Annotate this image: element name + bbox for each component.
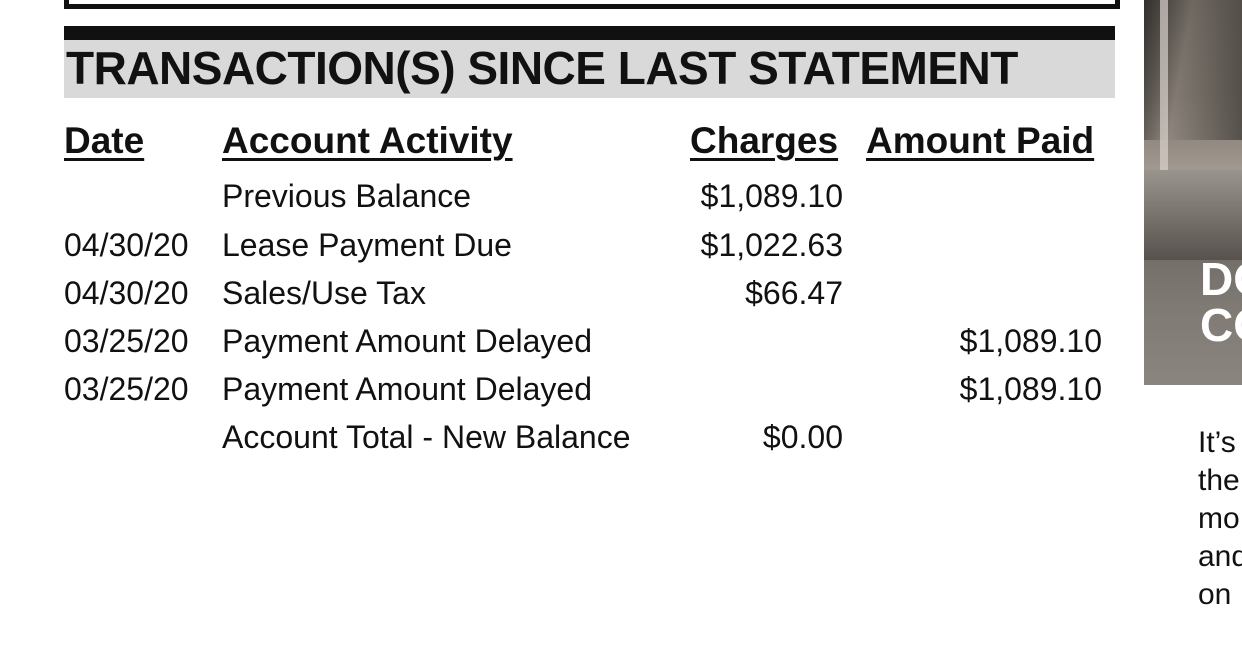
photo-overlay-line2: CO xyxy=(1200,299,1242,351)
photo-road xyxy=(1144,170,1242,260)
row-charges: $1,089.10 xyxy=(700,178,843,214)
row-activity: Previous Balance xyxy=(222,178,472,214)
photo-overlay-text: DO CO xyxy=(1200,256,1242,348)
row-date: 03/25/20 xyxy=(64,323,189,359)
photo-overlay-line1: DO xyxy=(1200,253,1242,305)
row-activity: Sales/Use Tax xyxy=(222,275,426,311)
top-box-border xyxy=(64,0,1120,9)
column-header-date: Date xyxy=(64,120,145,161)
row-paid: $1,089.10 xyxy=(959,371,1102,407)
row-paid: $1,089.10 xyxy=(959,323,1102,359)
row-date: 03/25/20 xyxy=(64,371,189,407)
promo-line: the xyxy=(1198,464,1240,497)
row-date: 04/30/20 xyxy=(64,227,189,263)
photo-shadow xyxy=(1144,0,1242,140)
promo-line: It’s xyxy=(1198,426,1236,459)
promo-line: mo xyxy=(1198,502,1240,535)
column-header-activity: Account Activity xyxy=(222,120,513,161)
row-activity: Lease Payment Due xyxy=(222,227,512,263)
row-activity: Payment Amount Delayed xyxy=(222,323,592,359)
row-charges: $1,022.63 xyxy=(700,227,843,263)
row-date: 04/30/20 xyxy=(64,275,189,311)
row-charges: $66.47 xyxy=(745,275,843,311)
row-activity: Account Total - New Balance xyxy=(222,419,631,455)
section-divider-bar xyxy=(64,26,1115,40)
row-activity: Payment Amount Delayed xyxy=(222,371,592,407)
promo-body-text: It’s the mo and on xyxy=(1198,424,1242,614)
section-title: TRANSACTION(S) SINCE LAST STATEMENT xyxy=(66,42,1018,94)
promo-line: and xyxy=(1198,540,1242,573)
promo-line: on xyxy=(1198,578,1232,611)
column-header-charges: Charges xyxy=(690,120,839,161)
column-header-amount-paid: Amount Paid xyxy=(866,120,1095,161)
row-charges: $0.00 xyxy=(762,419,843,455)
promo-photo: DO CO xyxy=(1144,0,1242,385)
